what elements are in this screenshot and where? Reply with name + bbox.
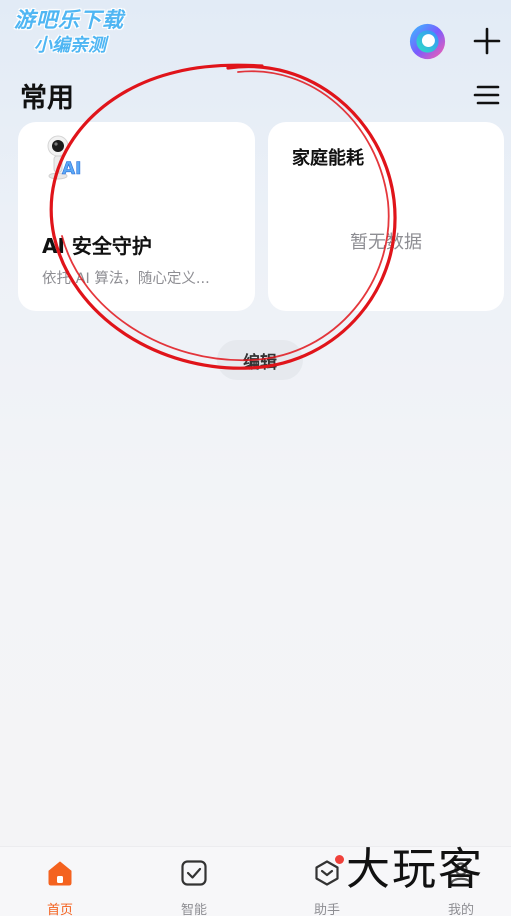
app-logo-icon[interactable] [409, 23, 446, 60]
bottom-watermark: 大玩客 [346, 844, 484, 895]
notification-badge [335, 855, 344, 864]
no-data-text: 暂无数据 [350, 232, 422, 253]
nav-label-mine: 我的 [447, 903, 474, 916]
nav-item-smart[interactable]: 智能 [149, 847, 239, 916]
ai-security-title: AI 安全守护 [42, 234, 152, 258]
home-energy-title: 家庭能耗 [292, 148, 364, 169]
ai-security-subtitle: 依托 AI 算法，随心定义... [42, 271, 210, 287]
watermark-line-2: 小编亲测 [34, 35, 106, 56]
watermark-line-1: 游吧乐下载 [14, 8, 124, 32]
home-energy-card[interactable]: 家庭能耗 暂无数据 [268, 122, 504, 311]
section-title: 常用 [20, 83, 74, 114]
add-icon[interactable] [470, 24, 504, 58]
nav-label-home: 首页 [46, 903, 73, 916]
ai-camera-icon: AI [47, 135, 82, 180]
svg-text:AI: AI [62, 159, 81, 179]
list-menu-icon[interactable] [472, 82, 500, 108]
nav-item-home[interactable]: 首页 [15, 847, 105, 916]
edit-button[interactable]: 编辑 [217, 340, 303, 380]
ai-security-card[interactable]: AI AI 安全守护 依托 AI 算法，随心定义... [18, 122, 255, 311]
nav-label-smart: 智能 [180, 903, 207, 916]
nav-label-assistant: 助手 [313, 903, 340, 916]
smart-checkbox-icon [181, 860, 207, 886]
home-icon [48, 861, 72, 886]
watermark: 游吧乐下载 小编亲测 [14, 10, 164, 68]
